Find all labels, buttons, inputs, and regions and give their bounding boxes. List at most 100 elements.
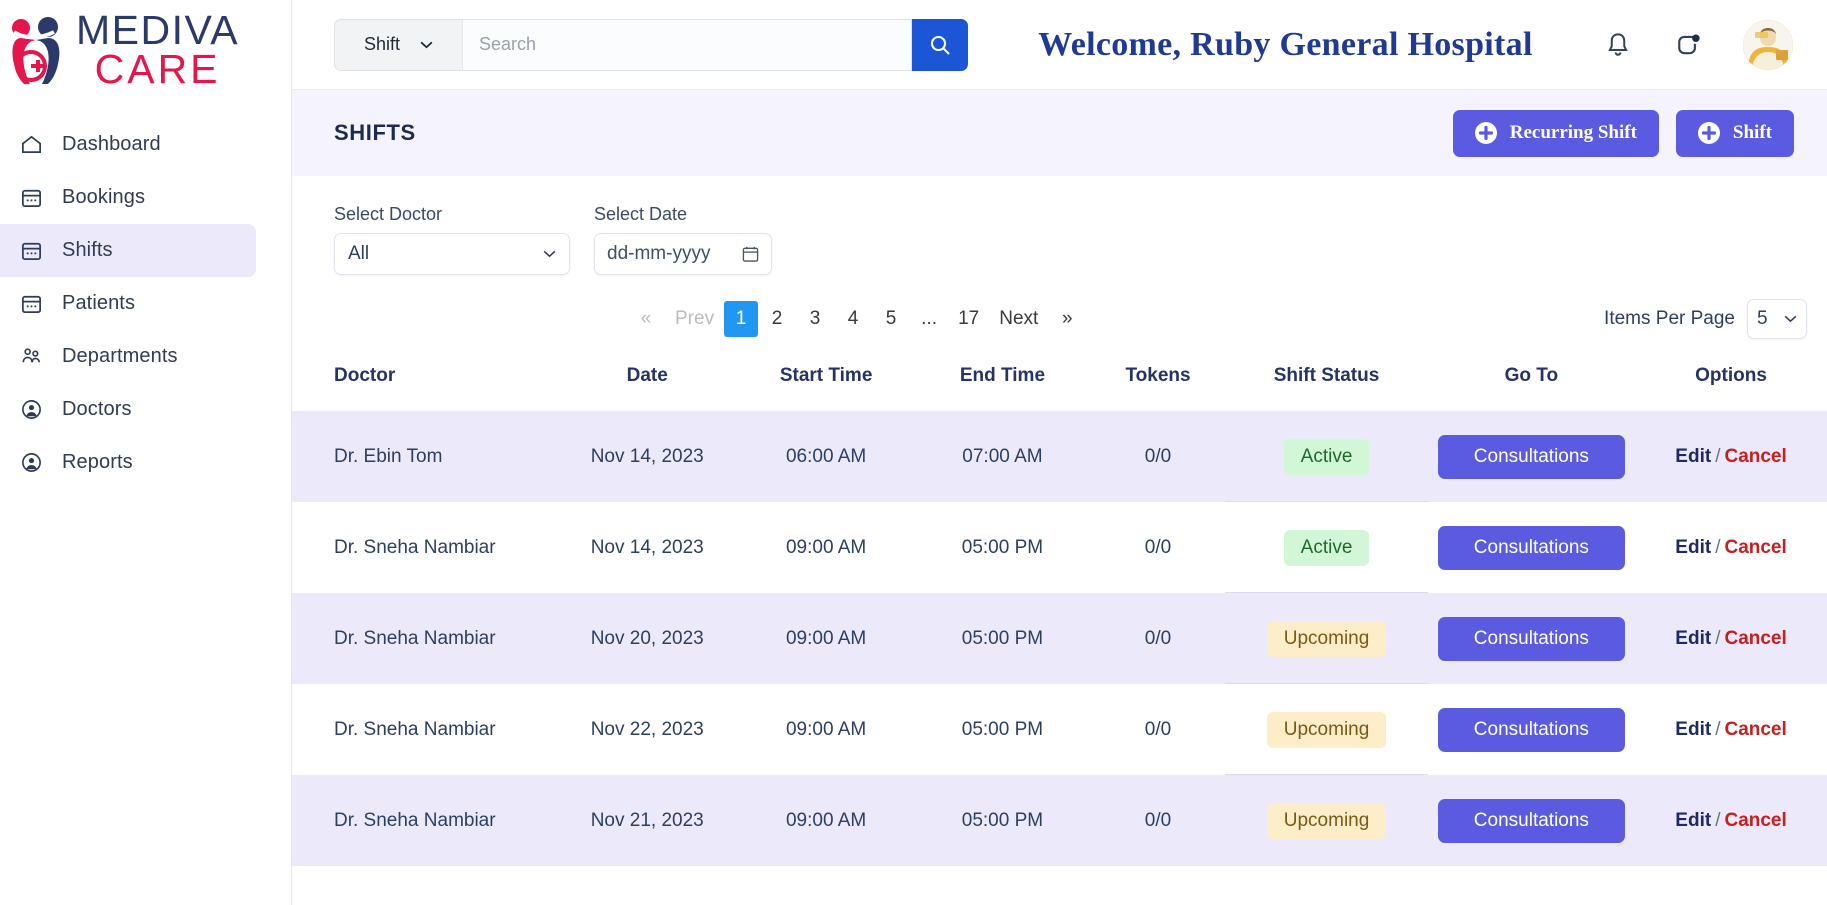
cell-options: Edit/Cancel [1635,684,1827,775]
date-filter-label: Select Date [594,204,772,225]
avatar[interactable] [1743,20,1793,70]
chevron-down-icon [420,41,433,49]
table-row: Dr. Sneha Nambiar Nov 20, 2023 09:00 AM … [292,593,1827,684]
pagination-page-5[interactable]: 5 [872,301,910,337]
add-recurring-shift-button[interactable]: Recurring Shift [1453,110,1659,157]
cell-go-to: Consultations [1428,593,1635,684]
cell-go-to: Consultations [1428,502,1635,593]
consultations-button[interactable]: Consultations [1438,526,1625,570]
sidebar-item-dashboard[interactable]: Dashboard [0,118,256,171]
cell-date: Nov 20, 2023 [556,593,738,684]
cell-end-time: 05:00 PM [914,775,1090,866]
pagination-prev[interactable]: Prev [665,301,724,337]
status-badge: Upcoming [1267,621,1387,657]
table-row: Dr. Sneha Nambiar Nov 14, 2023 09:00 AM … [292,502,1827,593]
edit-link[interactable]: Edit [1675,719,1711,740]
pagination-page-17[interactable]: 17 [948,301,989,337]
pagination-page-1[interactable]: 1 [724,301,758,337]
cell-date: Nov 14, 2023 [556,502,738,593]
column-header-shift-status: Shift Status [1225,339,1427,411]
sidebar-item-label: Bookings [62,186,145,209]
table-body: Dr. Ebin Tom Nov 14, 2023 06:00 AM 07:00… [292,411,1827,866]
topbar: Shift Welcome, Ruby General Hospital [292,0,1827,90]
pagination: « Prev 1 2 3 4 5 ... 17 Next » [627,301,1086,337]
page-title: SHIFTS [334,120,416,146]
cell-start-time: 09:00 AM [738,502,914,593]
chevron-down-icon [543,250,556,258]
cancel-link[interactable]: Cancel [1724,628,1786,649]
status-badge: Upcoming [1267,712,1387,748]
edit-link[interactable]: Edit [1675,446,1711,467]
doctor-filter: Select Doctor All [334,204,570,275]
cancel-link[interactable]: Cancel [1724,810,1786,831]
sidebar-item-bookings[interactable]: Bookings [0,171,256,224]
consultations-button[interactable]: Consultations [1438,435,1625,479]
table-row: Dr. Sneha Nambiar Nov 21, 2023 09:00 AM … [292,775,1827,866]
consultations-button[interactable]: Consultations [1438,708,1625,752]
items-per-page-select[interactable]: 5 [1747,299,1807,339]
cell-start-time: 09:00 AM [738,684,914,775]
cell-go-to: Consultations [1428,411,1635,502]
search-input[interactable] [462,19,912,71]
cancel-link[interactable]: Cancel [1724,537,1786,558]
search-button[interactable] [912,19,968,71]
cell-options: Edit/Cancel [1635,411,1827,502]
edit-link[interactable]: Edit [1675,810,1711,831]
edit-link[interactable]: Edit [1675,628,1711,649]
sidebar-item-label: Reports [62,451,133,474]
notifications-button[interactable] [1603,30,1633,60]
cell-shift-status: Upcoming [1225,684,1427,775]
cell-doctor: Dr. Sneha Nambiar [292,593,556,684]
pagination-next[interactable]: Next [989,301,1048,337]
calendar-icon [20,292,43,315]
brand-name-secondary: CARE [76,50,239,89]
column-header-start-time: Start Time [738,339,914,411]
search-bar: Shift [334,19,968,71]
messages-button[interactable] [1673,30,1703,60]
date-input-placeholder: dd-mm-yyyy [607,243,710,265]
cell-start-time: 09:00 AM [738,593,914,684]
chevron-down-icon [1784,315,1797,323]
status-badge: Upcoming [1267,803,1387,839]
options-separator: / [1715,628,1720,649]
chat-dot-icon [1673,30,1703,60]
brand-name-primary: MEDIVA [76,11,239,50]
search-scope-select[interactable]: Shift [334,19,462,71]
edit-link[interactable]: Edit [1675,537,1711,558]
cell-end-time: 05:00 PM [914,502,1090,593]
pagination-page-3[interactable]: 3 [796,301,834,337]
sidebar-item-shifts[interactable]: Shifts [0,224,256,277]
sidebar-item-patients[interactable]: Patients [0,277,256,330]
pagination-page-4[interactable]: 4 [834,301,872,337]
avatar-image [1743,20,1793,70]
sidebar-item-reports[interactable]: Reports [0,436,256,489]
cell-end-time: 05:00 PM [914,684,1090,775]
doctor-select-value: All [348,243,369,265]
cell-doctor: Dr. Sneha Nambiar [292,502,556,593]
cell-date: Nov 21, 2023 [556,775,738,866]
shifts-table: Doctor Date Start Time End Time Tokens S… [292,339,1827,866]
pagination-first[interactable]: « [627,301,665,337]
cancel-link[interactable]: Cancel [1724,446,1786,467]
sidebar-item-departments[interactable]: Departments [0,330,256,383]
sidebar-item-label: Departments [62,345,178,368]
calendar-icon [20,186,43,209]
doctor-select[interactable]: All [334,233,570,275]
cancel-link[interactable]: Cancel [1724,719,1786,740]
bell-icon [1603,30,1633,60]
pagination-page-2[interactable]: 2 [758,301,796,337]
column-header-end-time: End Time [914,339,1090,411]
cell-tokens: 0/0 [1091,593,1226,684]
sidebar-item-doctors[interactable]: Doctors [0,383,256,436]
add-shift-button[interactable]: Shift [1676,110,1794,157]
brand-logo[interactable]: MEDIVA CARE [0,0,291,100]
page-header: SHIFTS Recurring Shift Shift [292,90,1827,176]
options-separator: / [1715,537,1720,558]
items-per-page-value: 5 [1757,308,1768,330]
date-input[interactable]: dd-mm-yyyy [594,233,772,275]
consultations-button[interactable]: Consultations [1438,617,1625,661]
pagination-last[interactable]: » [1048,301,1086,337]
column-header-go-to: Go To [1428,339,1635,411]
consultations-button[interactable]: Consultations [1438,799,1625,843]
cell-options: Edit/Cancel [1635,593,1827,684]
